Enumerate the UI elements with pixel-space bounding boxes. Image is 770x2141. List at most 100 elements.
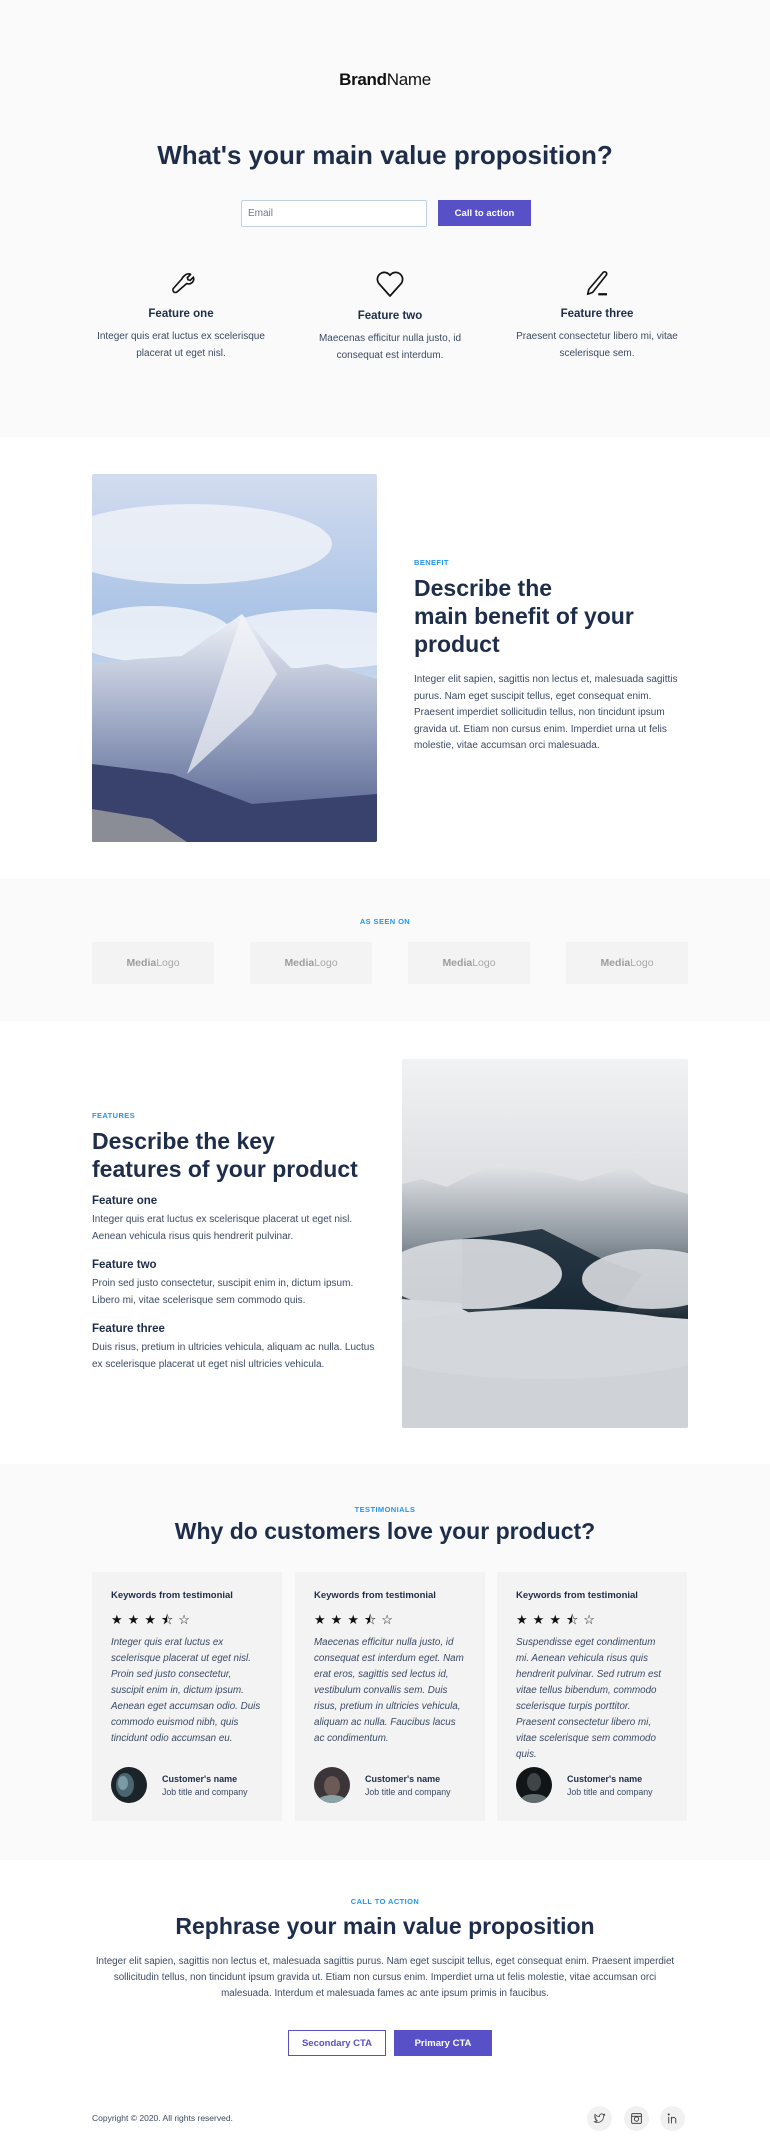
testimonials-eyebrow: TESTIMONIALS xyxy=(354,1505,416,1514)
secondary-cta-button[interactable]: Secondary CTA xyxy=(288,2030,386,2056)
feature-item-title: Feature two xyxy=(92,1259,157,1271)
testimonial-author: Customer's name Job title and company xyxy=(314,1767,451,1803)
media-logo-regular: Logo xyxy=(314,957,338,969)
brand-bold: Brand xyxy=(339,70,387,89)
testimonial-quote: Integer quis erat luctus ex scelerisque … xyxy=(111,1637,261,1744)
features-eyebrow: FEATURES xyxy=(92,1111,136,1120)
twitter-link[interactable] xyxy=(587,2106,612,2131)
customer-job: Job title and company xyxy=(567,1786,653,1797)
star-full-icon: ★ xyxy=(516,1612,533,1627)
star-rating: ★★★⯪☆ xyxy=(111,1611,264,1627)
mountain-peak-image xyxy=(92,474,377,842)
star-half-icon: ⯪ xyxy=(363,1612,382,1627)
hero-feature-text: Integer quis erat luctus ex scelerisque … xyxy=(97,331,265,359)
star-full-icon: ★ xyxy=(532,1612,550,1627)
call-to-action-button[interactable]: Call to action xyxy=(438,200,531,226)
hero-feature-title: Feature two xyxy=(357,310,423,322)
star-empty-icon: ☆ xyxy=(381,1612,398,1627)
testimonial-keywords: Keywords from testimonial xyxy=(314,1590,436,1601)
testimonials-section: TESTIMONIALS Why do customers love your … xyxy=(0,1464,770,1860)
media-logo: Media Logo xyxy=(566,942,688,984)
testimonial-card: Keywords from testimonial ★★★⯪☆ Integer … xyxy=(92,1572,282,1821)
benefit-section: BENEFIT Describe the main benefit of you… xyxy=(0,437,770,879)
final-cta-section: CALL TO ACTION Rephrase your main value … xyxy=(0,1860,770,2080)
hero-feature-two: Feature two Maecenas efficitur nulla jus… xyxy=(295,268,485,364)
star-half-icon: ⯪ xyxy=(565,1612,584,1627)
benefit-content: BENEFIT Describe the main benefit of you… xyxy=(414,558,694,755)
testimonial-author: Customer's name Job title and company xyxy=(516,1767,653,1803)
customer-job: Job title and company xyxy=(365,1786,451,1797)
hero-feature-text: Praesent consectetur libero mi, vitae sc… xyxy=(516,331,678,359)
features-section: FEATURES Describe the key features of yo… xyxy=(0,1021,770,1464)
feature-item-title: Feature one xyxy=(92,1195,158,1207)
hero-feature-one: Feature one Integer quis erat luctus ex … xyxy=(86,268,276,362)
media-logo-bold: Media xyxy=(442,957,473,969)
star-empty-icon: ☆ xyxy=(178,1612,195,1627)
avatar xyxy=(111,1767,147,1803)
feature-item: Feature two Proin sed justo consectetur,… xyxy=(92,1259,382,1309)
customer-name: Customer's name xyxy=(567,1773,643,1784)
as-seen-on-section: AS SEEN ON Media Logo Media Logo Media Logo… xyxy=(0,879,770,1021)
hero-section: BrandName What's your main value proposi… xyxy=(0,0,770,437)
testimonial-author: Customer's name Job title and company xyxy=(111,1767,248,1803)
benefit-title-line: Describe the xyxy=(414,575,553,601)
star-full-icon: ★ xyxy=(127,1612,145,1627)
primary-cta-button[interactable]: Primary CTA xyxy=(394,2030,492,2056)
linkedin-link[interactable] xyxy=(660,2106,685,2131)
hero-feature-title: Feature one xyxy=(148,308,214,320)
final-cta-title: Rephrase your main value proposition xyxy=(175,1913,595,1939)
benefit-eyebrow: BENEFIT xyxy=(414,558,449,567)
twitter-icon xyxy=(593,2113,606,2123)
instagram-link[interactable] xyxy=(624,2106,649,2131)
final-cta-body: Integer elit sapien, sagittis non lectus… xyxy=(95,1956,675,1999)
features-title-line: features of your product xyxy=(92,1156,358,1182)
star-empty-icon: ☆ xyxy=(583,1612,600,1627)
hero-feature-three: Feature three Praesent consectetur liber… xyxy=(502,268,692,362)
benefit-title: Describe the main benefit of your produc… xyxy=(414,574,694,658)
features-title-line: Describe the key xyxy=(92,1128,275,1154)
star-full-icon: ★ xyxy=(330,1612,348,1627)
feature-item: Feature one Integer quis erat luctus ex … xyxy=(92,1195,382,1245)
brand-logo[interactable]: BrandName xyxy=(0,70,770,90)
email-input[interactable] xyxy=(241,200,427,227)
hero-feature-text: Maecenas efficitur nulla justo, id conse… xyxy=(318,333,462,361)
benefit-title-line: product xyxy=(414,631,500,657)
testimonials-title: Why do customers love your product? xyxy=(174,1518,596,1544)
media-logo: Media Logo xyxy=(92,942,214,984)
media-logo-bold: Media xyxy=(126,957,157,969)
customer-name: Customer's name xyxy=(162,1773,238,1784)
media-logo-regular: Logo xyxy=(630,957,654,969)
customer-job: Job title and company xyxy=(162,1786,248,1797)
feature-item-text: Proin sed justo consectetur, suscipit en… xyxy=(92,1278,354,1306)
avatar xyxy=(516,1767,552,1803)
wrench-icon xyxy=(172,273,195,294)
feature-item-title: Feature three xyxy=(92,1323,165,1335)
benefit-title-line: main benefit of your xyxy=(414,603,634,629)
as-seen-on-label: AS SEEN ON xyxy=(359,917,411,926)
features-content: FEATURES Describe the key features of yo… xyxy=(92,1111,382,1373)
footer: Copyright © 2020. All rights reserved. xyxy=(0,2080,770,2141)
media-logo-bold: Media xyxy=(600,957,631,969)
testimonial-keywords: Keywords from testimonial xyxy=(516,1590,638,1601)
testimonial-quote: Maecenas efficitur nulla justo, id conse… xyxy=(314,1637,464,1744)
features-title: Describe the key features of your produc… xyxy=(92,1127,382,1183)
feature-item-text: Integer quis erat luctus ex scelerisque … xyxy=(92,1214,353,1242)
instagram-icon xyxy=(631,2113,642,2124)
star-full-icon: ★ xyxy=(144,1612,161,1627)
testimonial-card: Keywords from testimonial ★★★⯪☆ Maecenas… xyxy=(295,1572,485,1821)
avatar xyxy=(314,1767,350,1803)
media-logo: Media Logo xyxy=(408,942,530,984)
media-logo-bold: Media xyxy=(284,957,315,969)
benefit-body: Integer elit sapien, sagittis non lectus… xyxy=(414,674,678,751)
copyright-text: Copyright © 2020. All rights reserved. xyxy=(92,2113,233,2123)
customer-name: Customer's name xyxy=(365,1773,441,1784)
feature-item: Feature three Duis risus, pretium in ult… xyxy=(92,1323,382,1373)
heart-icon xyxy=(376,271,404,297)
hero-title: What's your main value proposition? xyxy=(157,140,613,170)
final-cta-eyebrow: CALL TO ACTION xyxy=(350,1897,420,1906)
media-logo-regular: Logo xyxy=(472,957,496,969)
brand-regular: Name xyxy=(386,70,431,89)
testimonial-keywords: Keywords from testimonial xyxy=(111,1590,233,1601)
pen-icon xyxy=(586,271,608,296)
star-full-icon: ★ xyxy=(111,1612,128,1627)
